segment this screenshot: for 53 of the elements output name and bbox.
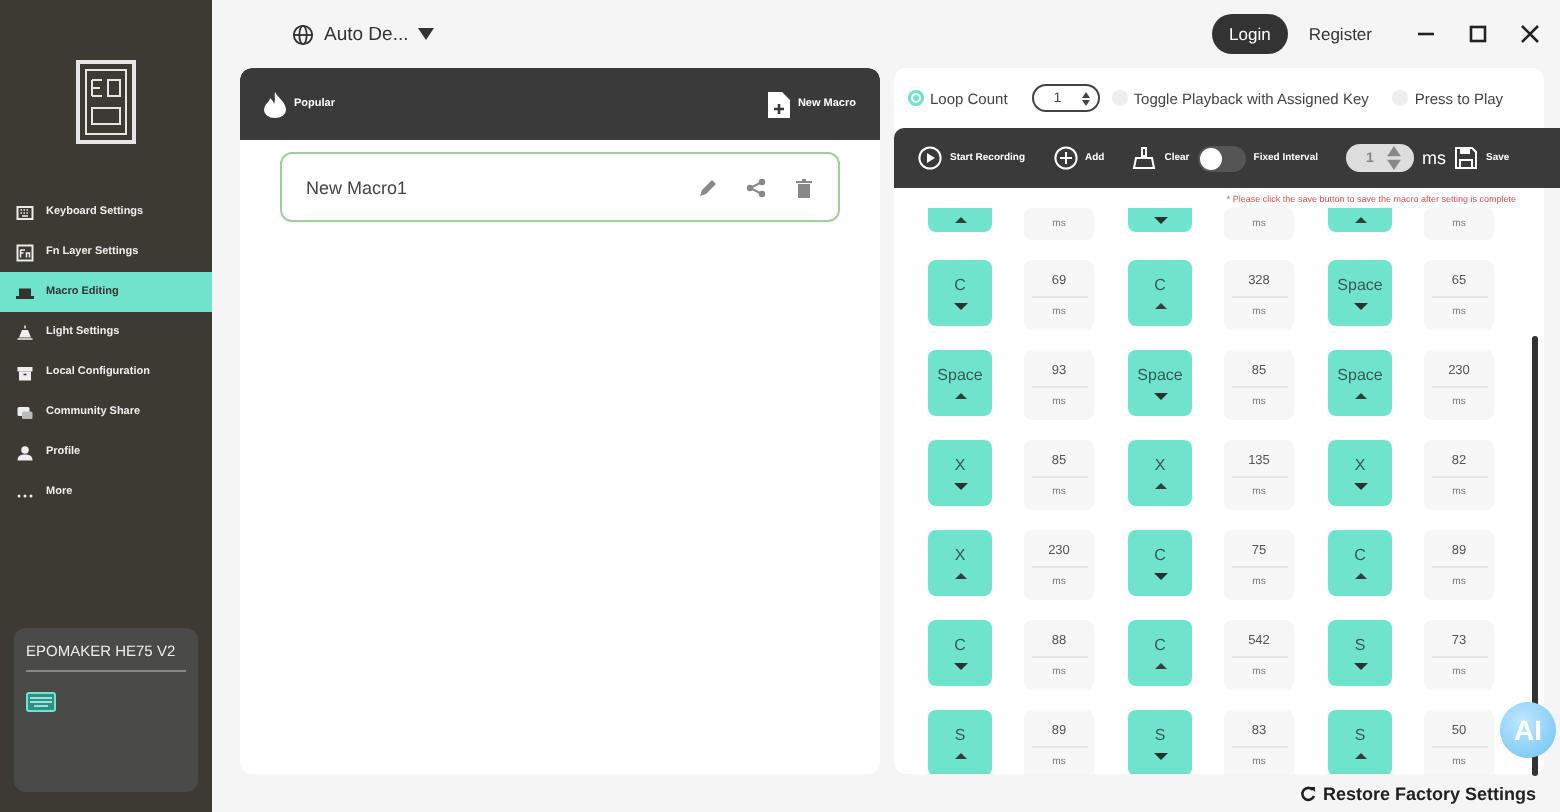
lamp-icon [16, 323, 34, 341]
key-event-tile[interactable]: S [928, 710, 992, 774]
pencil-icon [698, 177, 718, 197]
new-file-icon [767, 91, 790, 117]
laptop-icon [16, 283, 34, 301]
key-event-tile[interactable]: X [1128, 440, 1192, 506]
login-button[interactable]: Login [1211, 14, 1289, 54]
key-event-tile[interactable]: S [1328, 710, 1392, 774]
key-event-tile[interactable] [1328, 208, 1392, 232]
globe-icon [292, 23, 314, 45]
fn-key-icon [16, 243, 34, 261]
play-icon [918, 146, 942, 170]
maximize-icon [1464, 20, 1492, 48]
close-icon [1516, 20, 1544, 48]
stepper-icon [1382, 146, 1406, 170]
plus-icon [1053, 146, 1078, 170]
radio-button[interactable] [908, 90, 924, 106]
caret-icon [418, 28, 435, 40]
brush-icon [1132, 146, 1157, 170]
key-event-tile[interactable]: X [928, 440, 992, 506]
keyboard-icon [16, 203, 34, 221]
key-event-tile[interactable] [928, 208, 992, 232]
key-event-tile[interactable]: C [1128, 530, 1192, 596]
toggle-switch[interactable] [1197, 145, 1246, 171]
chat-icon [16, 403, 34, 421]
key-event-tile[interactable]: Space [1328, 260, 1392, 326]
logo-icon [76, 60, 136, 144]
key-event-tile[interactable] [1128, 208, 1192, 232]
keyboard-icon [26, 692, 56, 712]
key-event-tile[interactable]: C [1128, 260, 1192, 326]
key-event-tile[interactable]: Space [928, 350, 992, 416]
key-event-tile[interactable]: C [1128, 620, 1192, 686]
person-icon [16, 443, 34, 461]
macro-item[interactable]: New Macro1 [280, 152, 840, 222]
flame-icon [264, 91, 286, 117]
key-event-tile[interactable]: S [1128, 710, 1192, 774]
restore-factory-settings-button[interactable]: Restore Factory Settings [894, 774, 1544, 812]
key-event-tile[interactable]: C [928, 260, 992, 326]
key-event-tile[interactable]: C [928, 620, 992, 686]
archive-icon [16, 363, 34, 381]
language-dropdown[interactable]: Auto De... [292, 23, 435, 45]
key-event-tile[interactable]: X [1328, 440, 1392, 506]
key-event-tile[interactable]: Space [1328, 350, 1392, 416]
key-event-tile[interactable]: S [1328, 620, 1392, 686]
stepper-icon [1081, 91, 1090, 105]
unit-label: ms [1422, 148, 1446, 168]
refresh-icon [1300, 785, 1317, 801]
key-event-tile[interactable]: X [928, 530, 992, 596]
trash-icon [794, 177, 814, 197]
share-icon [746, 177, 766, 197]
key-event-tile[interactable]: C [1328, 530, 1392, 596]
key-event-tile[interactable]: Space [1128, 350, 1192, 416]
register-link[interactable]: Register [1308, 24, 1372, 44]
